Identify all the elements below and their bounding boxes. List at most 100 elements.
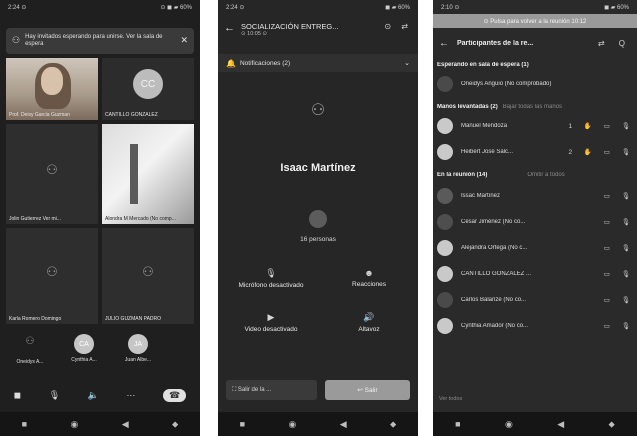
video-tile[interactable]: Alondra M Mercado (No comp... xyxy=(102,124,194,224)
reactions-icon: ☻ xyxy=(364,268,374,278)
home-icon[interactable]: ◉ xyxy=(70,419,78,430)
list-item[interactable]: Alejandra Ortega (No c... ▭ 🎙 xyxy=(437,238,635,258)
video-tile[interactable]: Prof. Deisy Garcia Guzman xyxy=(6,58,98,120)
mic-off-icon[interactable]: 🎙 xyxy=(49,390,60,401)
mini-name: Cynthia A... xyxy=(71,357,97,363)
hangup-button[interactable]: ☎ xyxy=(162,388,187,402)
speaker-toggle[interactable]: 🔊 Altavoz xyxy=(324,312,414,333)
mini-tile[interactable]: CA Cynthia A... xyxy=(60,332,108,372)
notifications-bar[interactable]: 🔔 Notificaciones (2) ⌄ xyxy=(218,54,418,72)
recents-icon[interactable]: ■ xyxy=(455,419,460,429)
list-item[interactable]: Carlos Balanze (No co... ▭ 🎙 xyxy=(437,290,635,310)
avatar xyxy=(437,76,453,92)
avatar xyxy=(437,118,453,134)
video-tile[interactable]: ⚇ Jolin Gutierrez Ver mi... xyxy=(6,124,98,224)
more-icon[interactable]: ··· xyxy=(126,390,135,400)
list-item[interactable]: Issac Martínez ▭ 🎙 xyxy=(437,186,635,206)
android-nav-bar: ■ ◉ ◀ ⬥ xyxy=(433,412,637,436)
option-label: Micrófono desactivado xyxy=(238,282,304,289)
banner-text: Hay invitados esperando para unirse. Ver… xyxy=(25,33,163,48)
participant-status-icons: ▭ 🎙 xyxy=(603,245,635,252)
back-icon[interactable]: ◀ xyxy=(122,419,129,430)
back-arrow-icon[interactable]: ← xyxy=(224,22,235,34)
participant-name: Heibert José Salc... xyxy=(461,149,514,155)
section-title: Esperando en sala de espera (1) xyxy=(437,62,529,68)
assist-icon[interactable]: ⬥ xyxy=(172,419,178,430)
video-toggle[interactable]: ▶ Video desactivado xyxy=(226,312,316,333)
speaker-icon[interactable]: 🔈 xyxy=(88,390,99,401)
mute-all-link[interactable]: Omitir a todos xyxy=(527,172,564,178)
mini-tile[interactable]: ⚇ Oneidys A... xyxy=(6,332,54,372)
camera-off-icon[interactable]: ◼ xyxy=(14,390,21,401)
avatar xyxy=(437,188,453,204)
home-icon[interactable]: ◉ xyxy=(288,419,296,430)
mini-name: Oneidys A... xyxy=(16,359,44,365)
header-actions-icon[interactable]: ⊙ ⇄ xyxy=(384,22,412,31)
recents-icon[interactable]: ■ xyxy=(240,419,245,429)
list-item[interactable]: CANTILLO GONZALEZ ... ▭ 🎙 xyxy=(437,264,635,284)
tile-name: CANTILLO GONZALEZ xyxy=(105,112,158,118)
video-tile[interactable]: CC CANTILLO GONZALEZ xyxy=(102,58,194,120)
avatar xyxy=(437,144,453,160)
participant-status-icons: ▭ 🎙 xyxy=(603,219,635,226)
meeting-title-block[interactable]: SOCIALIZACIÓN ENTREG... ⊙ 10:05 ⊙ xyxy=(241,22,384,38)
status-icons: ⊙ ◼ ▰ 60% xyxy=(160,4,192,11)
home-icon[interactable]: ◉ xyxy=(505,419,513,430)
chevron-down-icon[interactable]: ⌄ xyxy=(404,59,410,67)
lower-all-hands-link[interactable]: Bajar todas las manos xyxy=(503,104,562,110)
back-arrow-icon[interactable]: ← xyxy=(439,38,449,49)
status-bar: 2:24 ⊙ ⊙ ◼ ▰ 60% xyxy=(0,0,200,14)
bottom-actions: ⛶ Salir de la ... ↩ Salir xyxy=(226,380,410,400)
android-nav-bar: ■ ◉ ◀ ⬥ xyxy=(0,412,200,436)
section-in-meeting: En la reunión (14) Omitir a todos xyxy=(437,172,635,178)
phone-meeting-grid: 2:24 ⊙ ⊙ ◼ ▰ 60% ⚇ Hay invitados esperan… xyxy=(0,0,200,436)
phone-participants: 2:10 ⊙ ◼ ▰ 60% ⊙ Pulsa para volver a la … xyxy=(433,0,637,436)
participant-status-icons: 1 ✋ ▭ 🎙 xyxy=(568,123,635,130)
return-to-meeting-bar[interactable]: ⊙ Pulsa para volver a la reunión 10:12 xyxy=(433,14,637,28)
speaker-icon: 🔊 xyxy=(363,312,375,322)
meeting-header: ← SOCIALIZACIÓN ENTREG... ⊙ 10:05 ⊙ ⊙ ⇄ xyxy=(218,16,418,50)
assist-icon[interactable]: ⬥ xyxy=(608,419,614,430)
list-item[interactable]: Oneidys Anguio (No comprobado) xyxy=(437,74,635,94)
section-title: Manos levantadas (2) xyxy=(437,104,498,110)
mic-toggle[interactable]: 🎙 Micrófono desactivado xyxy=(226,268,316,289)
avatar: CC xyxy=(133,69,163,100)
video-tile[interactable]: ⚇ Karla Romero Domingo xyxy=(6,228,98,324)
participant-name: César Jiménez (No co... xyxy=(461,219,526,225)
leave-button[interactable]: ↩ Salir xyxy=(325,380,410,400)
reactions-button[interactable]: ☻ Reacciones xyxy=(324,268,414,288)
meeting-title: SOCIALIZACIÓN ENTREG... xyxy=(241,22,339,31)
close-icon[interactable]: ✕ xyxy=(180,35,188,46)
list-item[interactable]: César Jiménez (No co... ▭ 🎙 xyxy=(437,212,635,232)
breakout-button[interactable]: ⛶ Salir de la ... xyxy=(226,380,317,400)
video-tile[interactable]: ⚇ JULIO GUZMAN PADRO xyxy=(102,228,194,324)
notifications-label: Notificaciones (2) xyxy=(239,59,291,67)
person-icon: ⚇ xyxy=(46,264,58,280)
participant-name: Carlos Balanze (No co... xyxy=(461,297,527,303)
recents-icon[interactable]: ■ xyxy=(22,419,27,429)
phone-speaker-view: 2:24 ⊙ ◼ ▰ 60% ← SOCIALIZACIÓN ENTREG...… xyxy=(218,0,418,436)
list-item[interactable]: Heibert José Salc... 2 ✋ ▭ 🎙 xyxy=(437,142,635,162)
status-icons: ◼ ▰ 60% xyxy=(604,4,629,11)
participant-name: Alejandra Ortega (No c... xyxy=(461,245,528,251)
people-icon: ⚇ xyxy=(12,35,21,46)
participant-name: Issac Martínez xyxy=(461,193,501,199)
avatar xyxy=(437,292,453,308)
person-icon: ⚇ xyxy=(25,336,35,347)
mini-tile[interactable]: JA Juan Albe... xyxy=(114,332,162,372)
waiting-room-banner[interactable]: ⚇ Hay invitados esperando para unirse. V… xyxy=(6,28,194,54)
header-actions-icon[interactable]: ⇄ Q xyxy=(598,39,631,48)
bell-icon: 🔔 xyxy=(226,58,236,68)
see-all-link[interactable]: Ver todos xyxy=(439,396,462,402)
back-icon[interactable]: ◀ xyxy=(557,419,564,430)
assist-icon[interactable]: ⬥ xyxy=(390,419,396,430)
people-count[interactable]: 16 personas xyxy=(218,236,418,243)
list-item[interactable]: Cynthia Amador (No co... ▭ 🎙 xyxy=(437,316,635,336)
person-icon: ⚇ xyxy=(142,264,154,280)
participant-face xyxy=(40,66,63,95)
status-icons: ◼ ▰ 60% xyxy=(385,4,410,11)
participants-header: ← Participantes de la re... ⇄ Q xyxy=(433,34,637,52)
list-item[interactable]: Manuel Mendoza 1 ✋ ▭ 🎙 xyxy=(437,116,635,136)
back-icon[interactable]: ◀ xyxy=(340,419,347,430)
participant-status-icons: 2 ✋ ▭ 🎙 xyxy=(568,149,635,156)
